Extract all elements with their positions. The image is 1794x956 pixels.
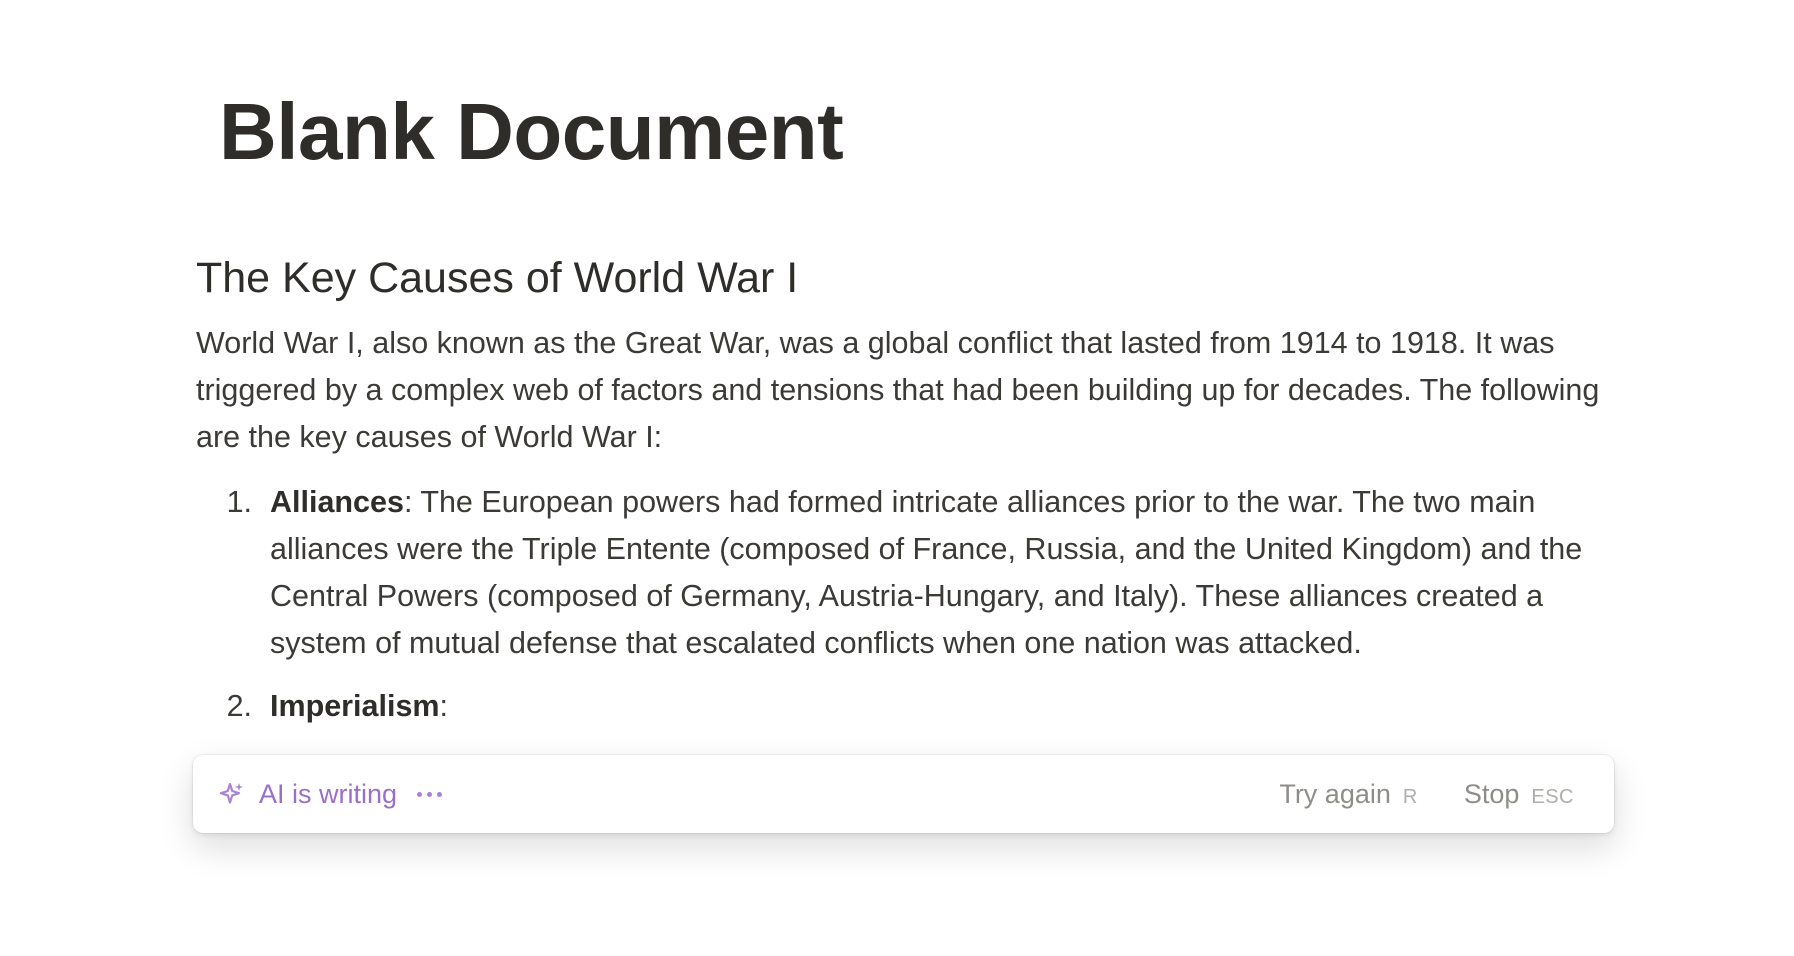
try-again-shortcut: R — [1402, 785, 1418, 808]
list-item-body: Alliances: The European powers had forme… — [252, 479, 1616, 667]
list-item-number: 2. — [226, 689, 252, 723]
list-item[interactable]: 2. Imperialism: — [196, 683, 1616, 730]
list-item-text: : — [439, 689, 449, 723]
list-item[interactable]: 1. Alliances: The European powers had fo… — [196, 479, 1616, 667]
document-content[interactable]: The Key Causes of World War I World War … — [196, 248, 1616, 730]
ellipsis-dots-icon — [417, 791, 443, 797]
ai-status-text: AI is writing — [259, 778, 398, 809]
list-item-term: Alliances — [270, 485, 404, 519]
list-item-text: : The European powers had formed intrica… — [270, 485, 1583, 660]
list-item-term: Imperialism — [270, 689, 440, 723]
stop-button[interactable]: Stop ESC — [1464, 779, 1574, 810]
stop-label: Stop — [1463, 778, 1520, 809]
section-heading[interactable]: The Key Causes of World War I — [196, 248, 1616, 308]
list-item-number: 1. — [226, 485, 252, 519]
ai-actions: Try again R Stop ESC — [1279, 779, 1574, 810]
try-again-label: Try again — [1279, 778, 1391, 809]
numbered-list: 1. Alliances: The European powers had fo… — [196, 479, 1616, 730]
page-title[interactable]: Blank Document — [219, 82, 844, 182]
intro-paragraph[interactable]: World War I, also known as the Great War… — [196, 320, 1616, 461]
list-item-body: Imperialism: — [252, 683, 1616, 730]
ai-writing-bar: AI is writing Try again R Stop ESC — [193, 755, 1614, 833]
sparkle-icon — [219, 782, 243, 804]
ai-status-group: AI is writing — [217, 778, 443, 810]
stop-shortcut: ESC — [1531, 785, 1574, 808]
document-page: Blank Document The Key Causes of World W… — [0, 0, 1794, 956]
try-again-button[interactable]: Try again R — [1279, 779, 1418, 810]
